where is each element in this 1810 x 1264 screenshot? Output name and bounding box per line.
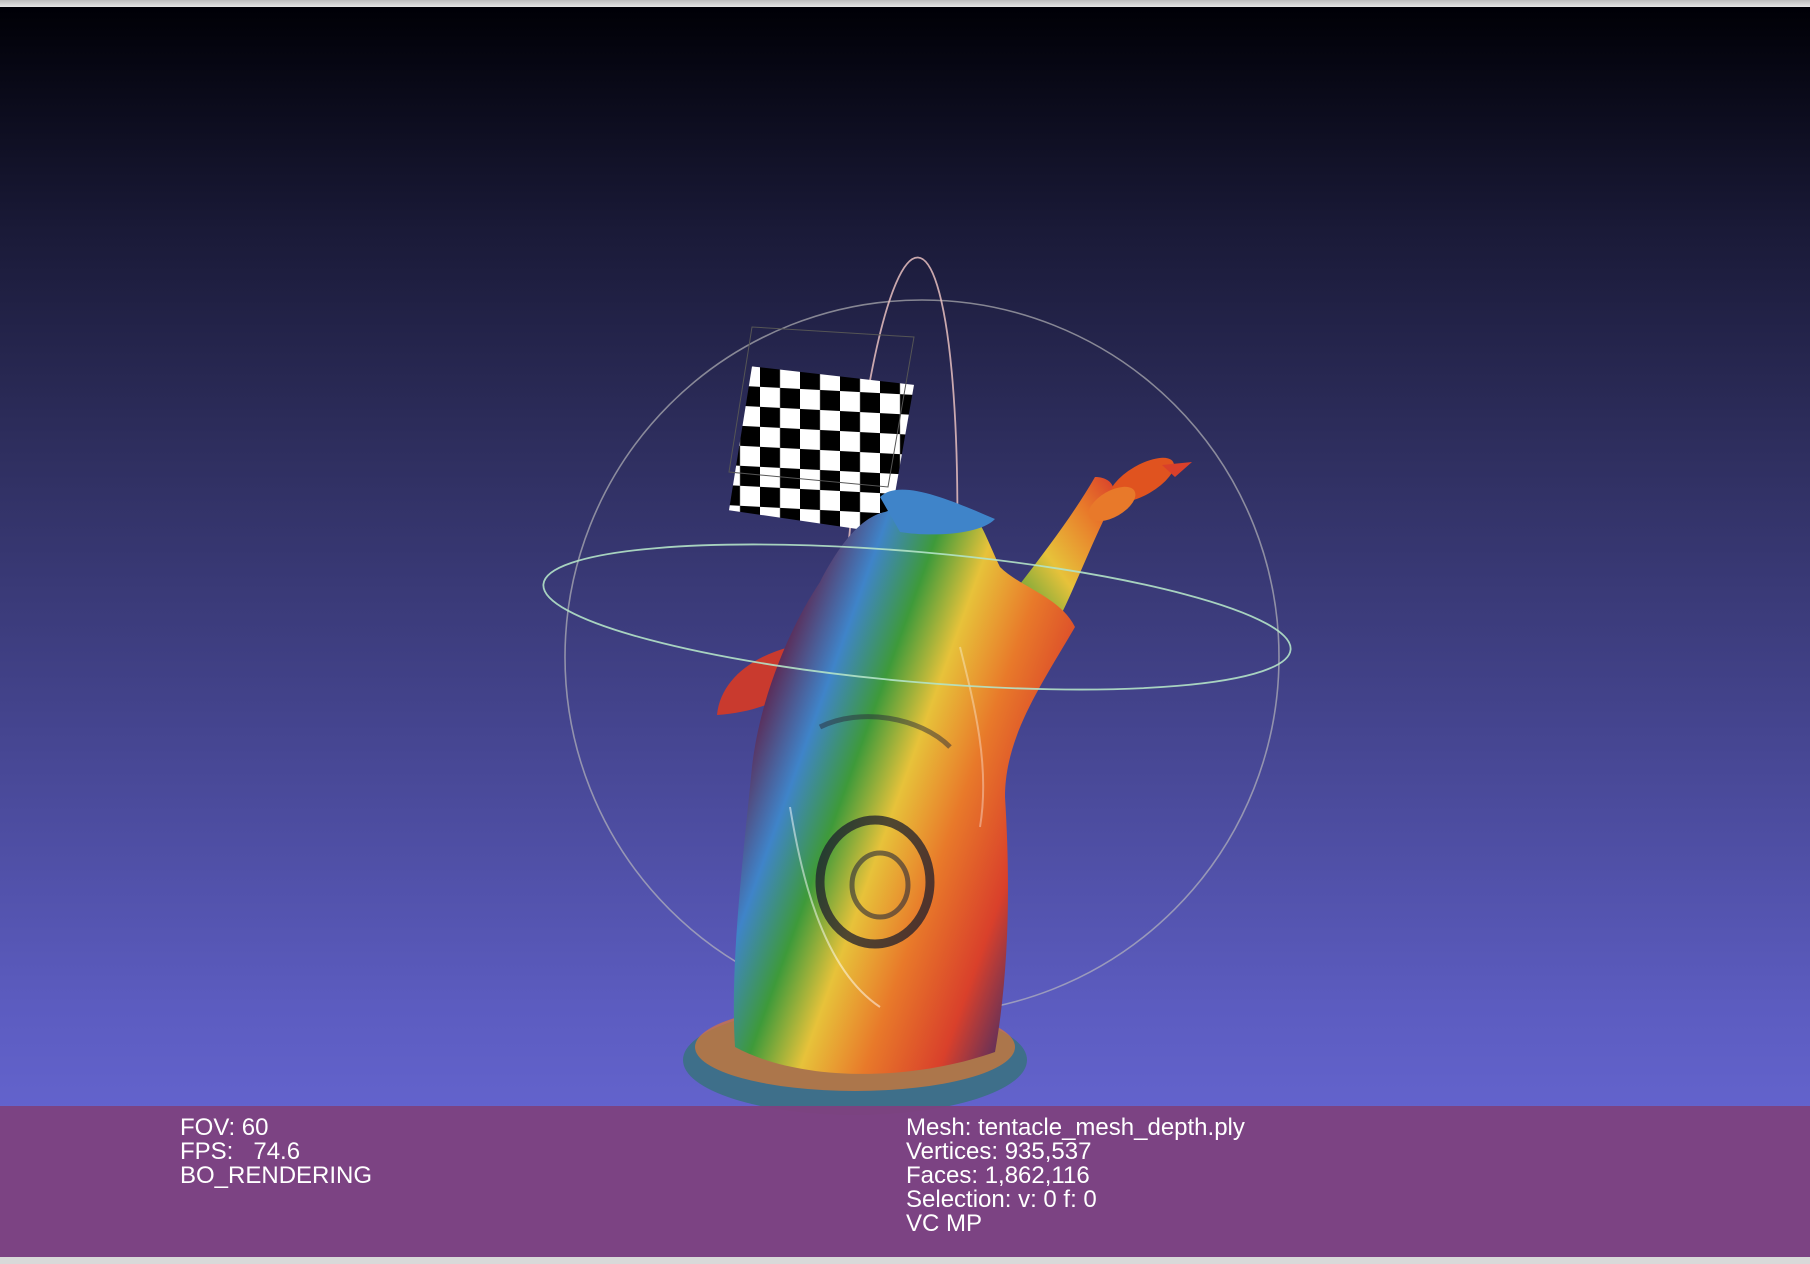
3d-model-mesh[interactable]	[683, 449, 1192, 1115]
mesh-stats: Mesh: tentacle_mesh_depth.ply Vertices: …	[906, 1116, 1245, 1236]
mesh-name: Mesh: tentacle_mesh_depth.ply	[906, 1114, 1245, 1141]
fps-label: FPS:	[180, 1138, 234, 1165]
window-bottom-edge	[0, 1257, 1810, 1264]
fps-value: 74.6	[253, 1138, 301, 1165]
3d-viewport[interactable]: FOV: 60 FPS: 74.6 BO_RENDERING Mesh: tent…	[0, 7, 1810, 1257]
window-top-edge	[0, 0, 1810, 7]
info-overlay: FOV: 60 FPS: 74.6 BO_RENDERING Mesh: tent…	[0, 1106, 1810, 1257]
rendering-mode: BO_RENDERING	[180, 1162, 373, 1189]
selection-count: Selection: v: 0 f: 0	[906, 1186, 1097, 1213]
fps-readout: FPS: 74.6	[180, 1140, 372, 1164]
fov-readout: FOV: 60	[180, 1114, 269, 1141]
scene-canvas[interactable]	[0, 7, 1810, 1257]
vertex-count: Vertices: 935,537	[906, 1138, 1092, 1165]
render-stats: FOV: 60 FPS: 74.6 BO_RENDERING	[180, 1116, 372, 1188]
model-body	[733, 506, 1075, 1074]
render-flags: VC MP	[906, 1210, 983, 1237]
app-window: FOV: 60 FPS: 74.6 BO_RENDERING Mesh: tent…	[0, 0, 1810, 1264]
face-count: Faces: 1,862,116	[906, 1162, 1090, 1189]
